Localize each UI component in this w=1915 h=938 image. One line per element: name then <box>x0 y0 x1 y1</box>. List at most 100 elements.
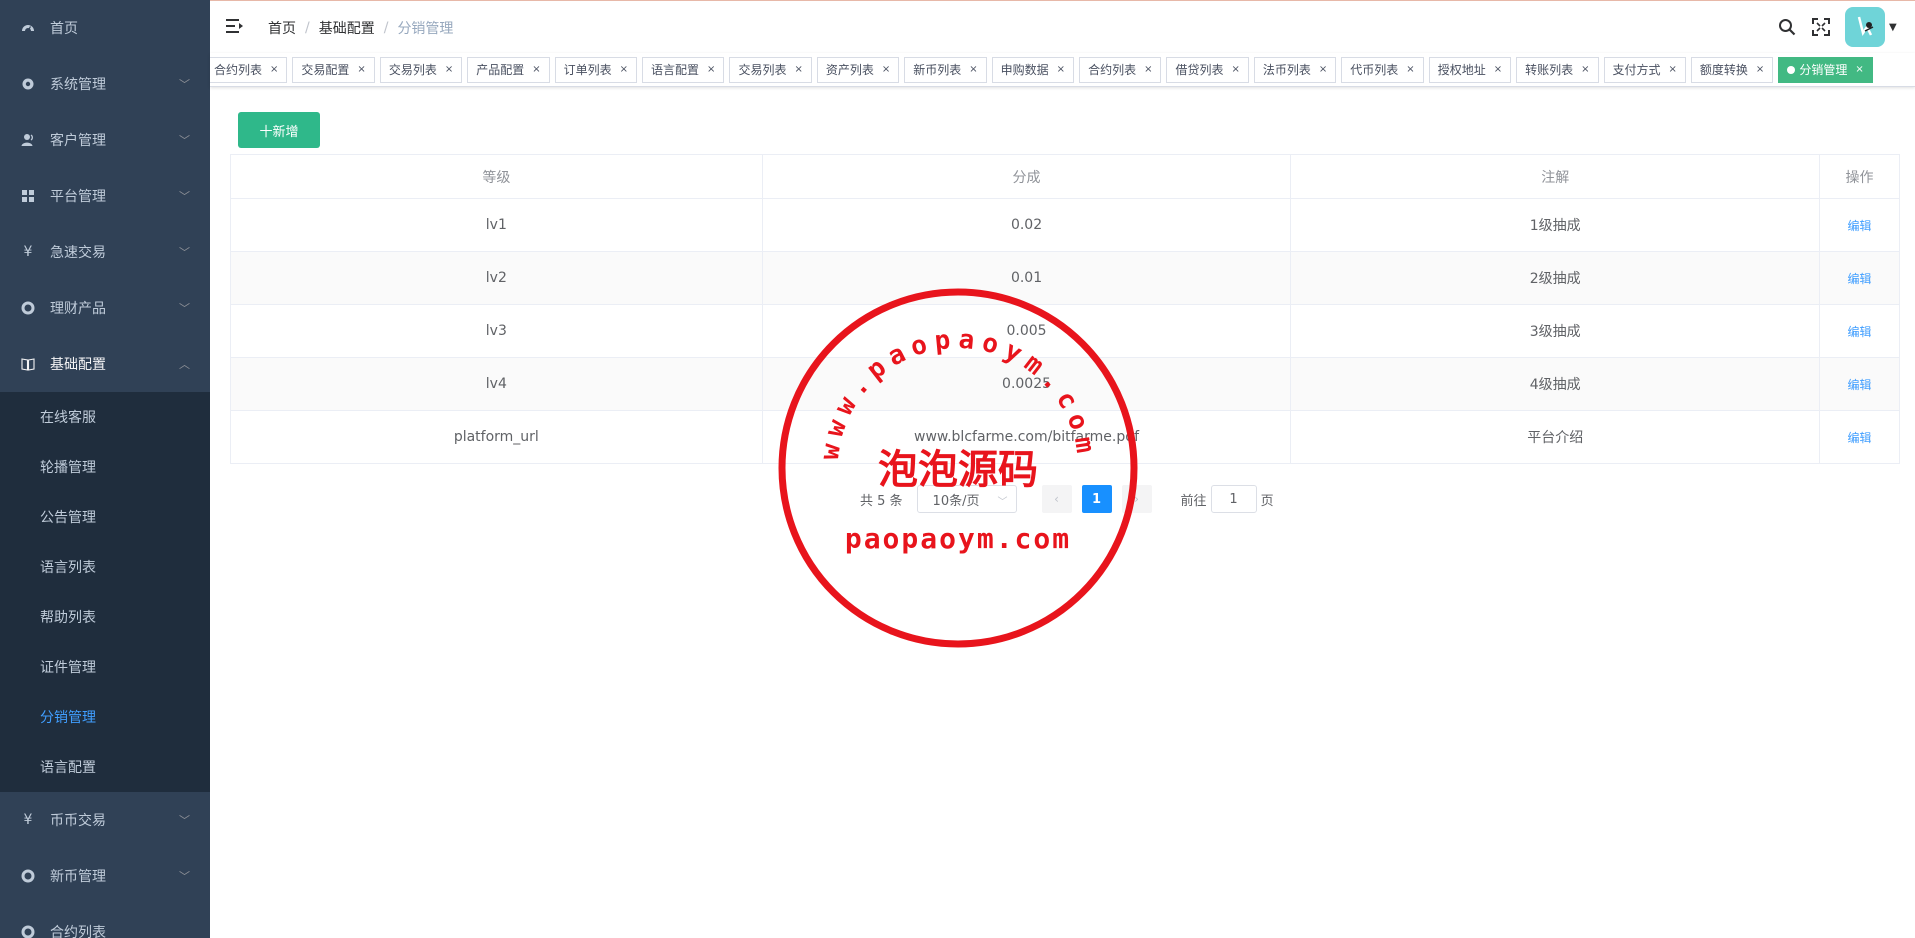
add-button[interactable]: 十新增 <box>238 112 320 148</box>
tag-item[interactable]: 产品配置 × <box>467 57 550 83</box>
sidebar-item-language-list[interactable]: 语言列表 <box>0 542 210 592</box>
tag-item[interactable]: 分销管理 × <box>1778 57 1873 83</box>
close-icon[interactable]: × <box>1406 58 1414 82</box>
cell-note: 1级抽成 <box>1290 198 1821 252</box>
hamburger-icon[interactable] <box>226 17 244 35</box>
close-icon[interactable]: × <box>270 58 278 82</box>
tag-item[interactable]: 资产列表 × <box>816 57 900 83</box>
breadcrumb-basic-config[interactable]: 基础配置 <box>319 18 375 38</box>
tag-label: 语言配置 <box>651 63 700 77</box>
edit-button[interactable]: 编辑 <box>1848 431 1872 445</box>
menu-item-coin-trade[interactable]: ¥ 币币交易 ﹀ <box>0 792 210 848</box>
tag-item[interactable]: 代币列表 × <box>1341 57 1424 83</box>
tag-item[interactable]: 交易配置 × <box>292 57 375 83</box>
close-icon[interactable]: × <box>1319 58 1327 82</box>
tag-label: 代币列表 <box>1350 63 1399 77</box>
search-icon[interactable] <box>1777 17 1797 37</box>
tag-item[interactable]: 交易列表 × <box>729 57 812 83</box>
tag-label: 借贷列表 <box>1175 63 1224 77</box>
menu-label: 系统管理 <box>50 77 106 93</box>
cell-action: 编辑 <box>1819 357 1900 411</box>
close-icon[interactable]: × <box>1057 58 1065 82</box>
close-icon[interactable]: × <box>882 58 890 82</box>
tag-item[interactable]: 合约列表 × <box>1079 57 1162 83</box>
edit-button[interactable]: 编辑 <box>1848 219 1872 233</box>
avatar[interactable] <box>1845 7 1885 47</box>
cell-note: 4级抽成 <box>1290 357 1821 411</box>
tag-item[interactable]: 借贷列表 × <box>1166 57 1249 83</box>
close-icon[interactable]: × <box>1231 58 1239 82</box>
close-icon[interactable]: × <box>1144 58 1152 82</box>
breadcrumb-home[interactable]: 首页 <box>268 18 296 38</box>
menu-item-fast-trade[interactable]: ¥ 急速交易 ﹀ <box>0 224 210 280</box>
tag-item[interactable]: 授权地址 × <box>1428 57 1512 83</box>
menu-item-contract[interactable]: 合约列表 <box>0 904 210 938</box>
close-icon[interactable]: × <box>532 58 540 82</box>
close-icon[interactable]: × <box>357 58 365 82</box>
edit-button[interactable]: 编辑 <box>1848 378 1872 392</box>
tag-item[interactable]: 法币列表 × <box>1253 57 1337 83</box>
lifebuoy-icon <box>20 924 36 938</box>
tag-item[interactable]: 支付方式 × <box>1603 57 1686 83</box>
tag-item[interactable]: 转账列表 × <box>1516 57 1599 83</box>
sidebar-item-language-config[interactable]: 语言配置 <box>0 742 210 792</box>
tag-item[interactable]: 交易列表 × <box>379 57 463 83</box>
caret-down-icon[interactable]: ▼ <box>1889 22 1901 33</box>
lifebuoy-icon <box>20 300 36 316</box>
menu-item-platform[interactable]: 平台管理 ﹀ <box>0 168 210 224</box>
page-size-select[interactable]: 10条/页 ﹀ <box>916 485 1017 513</box>
sidebar-item-distribution[interactable]: 分销管理 <box>0 692 210 742</box>
yen-icon: ¥ <box>23 244 33 260</box>
close-icon[interactable]: × <box>1581 58 1589 82</box>
table-row: lv4 0.0025 4级抽成 编辑 <box>230 357 1900 411</box>
tag-label: 分销管理 <box>1799 63 1848 77</box>
tag-item[interactable]: 合约列表 × <box>210 57 288 83</box>
close-icon[interactable]: × <box>1669 58 1677 82</box>
cell-level: lv4 <box>230 357 763 411</box>
menu-item-customer[interactable]: 客户管理 ﹀ <box>0 112 210 168</box>
cell-level: lv3 <box>230 304 763 358</box>
sidebar-item-carousel[interactable]: 轮播管理 <box>0 442 210 492</box>
tag-item[interactable]: 新币列表 × <box>904 57 987 83</box>
pagination-total: 共 5 条 <box>860 493 903 509</box>
goto-page-input[interactable] <box>1210 485 1257 513</box>
close-icon[interactable]: × <box>1756 58 1764 82</box>
right-menu: ▼ <box>1777 1 1915 53</box>
page-number-current[interactable]: 1 <box>1081 485 1112 513</box>
sidebar-item-help-list[interactable]: 帮助列表 <box>0 592 210 642</box>
tag-item[interactable]: 订单列表 × <box>554 57 638 83</box>
tag-item[interactable]: 申购数据 × <box>991 57 1075 83</box>
goto-prefix: 前往 <box>1180 493 1207 509</box>
tag-item[interactable]: 额度转换 × <box>1690 57 1774 83</box>
sidebar-item-certificate[interactable]: 证件管理 <box>0 642 210 692</box>
edit-button[interactable]: 编辑 <box>1848 325 1872 339</box>
menu-item-finance[interactable]: 理财产品 ﹀ <box>0 280 210 336</box>
menu-item-home[interactable]: 首页 <box>0 0 210 56</box>
cell-note: 2级抽成 <box>1290 251 1821 305</box>
menu-item-basic-config[interactable]: 基础配置 ︿ <box>0 336 210 392</box>
tag-label: 授权地址 <box>1437 63 1486 77</box>
sidebar-item-notice[interactable]: 公告管理 <box>0 492 210 542</box>
tag-item[interactable]: 语言配置 × <box>642 57 725 83</box>
menu-item-new-coin[interactable]: 新币管理 ﹀ <box>0 848 210 904</box>
menu-label: 理财产品 <box>50 301 106 317</box>
menu-label: 新币管理 <box>50 869 106 885</box>
close-icon[interactable]: × <box>445 58 453 82</box>
chevron-down-icon: ﹀ <box>997 497 1008 508</box>
cell-rate: www.blcfarme.com/bitfarme.pdf <box>761 410 1292 464</box>
close-icon[interactable]: × <box>1494 58 1502 82</box>
close-icon[interactable]: × <box>620 58 628 82</box>
sidebar-item-online-service[interactable]: 在线客服 <box>0 392 210 442</box>
close-icon[interactable]: × <box>707 58 715 82</box>
cell-rate: 0.0025 <box>761 357 1292 411</box>
gear-icon <box>20 76 36 92</box>
next-page-button[interactable]: › <box>1121 485 1152 513</box>
menu-item-system[interactable]: 系统管理 ﹀ <box>0 56 210 112</box>
close-icon[interactable]: × <box>794 58 802 82</box>
fullscreen-icon[interactable] <box>1811 17 1831 37</box>
prev-page-button[interactable]: ‹ <box>1041 485 1072 513</box>
close-icon[interactable]: × <box>969 58 977 82</box>
close-icon[interactable]: × <box>1855 58 1863 82</box>
edit-button[interactable]: 编辑 <box>1848 272 1872 286</box>
navbar: 首页 / 基础配置 / 分销管理 ▼ <box>210 0 1915 52</box>
